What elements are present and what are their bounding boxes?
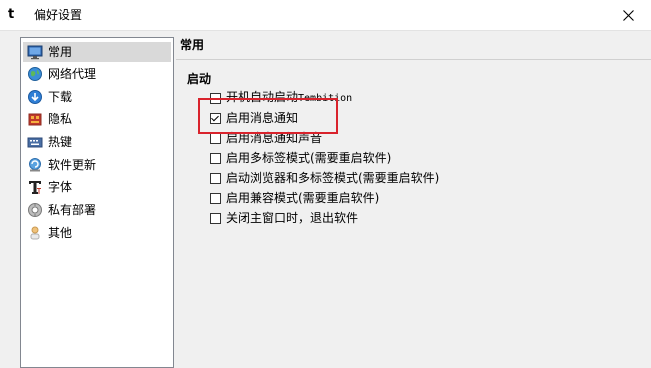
option-label: 启用多标签模式(需要重启软件): [226, 151, 392, 165]
section-title: 常用: [180, 38, 205, 52]
option-exit-on-close[interactable]: 关闭主窗口时，退出软件: [210, 210, 358, 226]
monitor-icon: [27, 45, 43, 60]
option-browser-multi-tab[interactable]: 启动浏览器和多标签模式(需要重启软件): [210, 170, 439, 186]
title-bar: t 偏好设置: [0, 0, 651, 31]
option-label: 开机自动启动Tembition: [226, 90, 353, 104]
settings-category-list[interactable]: 常用 网络代理 下载 隐私 热键 软件更新 字体 私有部署 其他: [20, 37, 174, 368]
sidebar-item-private-deploy[interactable]: 私有部署: [23, 200, 171, 220]
globe-icon: [28, 67, 42, 81]
exit-on-close-checkbox[interactable]: [210, 212, 221, 224]
sidebar-item-label: 下载: [48, 90, 73, 104]
sidebar-item-privacy[interactable]: 隐私: [23, 109, 171, 129]
sidebar-item-label: 其他: [48, 226, 73, 240]
keyboard-icon: [27, 137, 43, 148]
option-label: 启用兼容模式(需要重启软件): [226, 191, 380, 205]
sidebar-item-label: 软件更新: [48, 158, 97, 172]
sidebar-item-label: 字体: [48, 180, 73, 194]
window-title: 偏好设置: [34, 8, 83, 22]
sidebar-item-label: 热键: [48, 135, 73, 149]
sidebar-item-label: 常用: [48, 45, 73, 59]
app-logo-icon: t: [8, 7, 15, 22]
sidebar-item-download[interactable]: 下载: [23, 87, 171, 107]
sidebar-item-hotkeys[interactable]: 热键: [23, 132, 171, 152]
option-enable-notifications[interactable]: 启用消息通知: [210, 110, 298, 126]
option-launch-at-startup[interactable]: 开机自动启动Tembition: [210, 90, 352, 106]
enable-notifications-checkbox[interactable]: [210, 112, 221, 124]
privacy-icon: [28, 113, 42, 126]
sidebar-item-other[interactable]: 其他: [23, 223, 171, 243]
download-icon: [28, 90, 42, 104]
option-multi-tab-mode[interactable]: 启用多标签模式(需要重启软件): [210, 150, 391, 166]
option-label: 启用消息通知声音: [226, 131, 323, 145]
launch-at-startup-checkbox[interactable]: [210, 92, 221, 104]
private-deploy-icon: [28, 203, 42, 217]
option-compatibility-mode[interactable]: 启用兼容模式(需要重启软件): [210, 190, 379, 206]
close-icon: [622, 9, 634, 21]
font-icon: [29, 181, 41, 194]
update-icon: [29, 158, 41, 172]
multi-tab-mode-checkbox[interactable]: [210, 152, 221, 164]
sidebar-item-label: 私有部署: [48, 203, 97, 217]
option-notification-sound[interactable]: 启用消息通知声音: [210, 130, 322, 146]
notification-sound-checkbox[interactable]: [210, 132, 221, 144]
sidebar-item-label: 网络代理: [48, 67, 97, 81]
settings-panel: 常用 启动 开机自动启动Tembition 启用消息通知 启用消息通知声音 启用…: [176, 37, 651, 368]
sidebar-item-software-update[interactable]: 软件更新: [23, 155, 171, 175]
sidebar-item-network-proxy[interactable]: 网络代理: [23, 64, 171, 84]
browser-multi-tab-checkbox[interactable]: [210, 172, 221, 184]
sidebar-item-font[interactable]: 字体: [23, 177, 171, 197]
other-icon: [30, 226, 40, 240]
option-label: 启动浏览器和多标签模式(需要重启软件): [226, 171, 440, 185]
section-divider: [176, 59, 651, 60]
startup-group-title: 启动: [187, 72, 212, 86]
option-label: 关闭主窗口时，退出软件: [226, 211, 359, 225]
sidebar-item-general[interactable]: 常用: [23, 42, 171, 62]
close-button[interactable]: [605, 0, 651, 30]
compatibility-mode-checkbox[interactable]: [210, 192, 221, 204]
sidebar-item-label: 隐私: [48, 112, 73, 126]
option-label: 启用消息通知: [226, 111, 299, 125]
